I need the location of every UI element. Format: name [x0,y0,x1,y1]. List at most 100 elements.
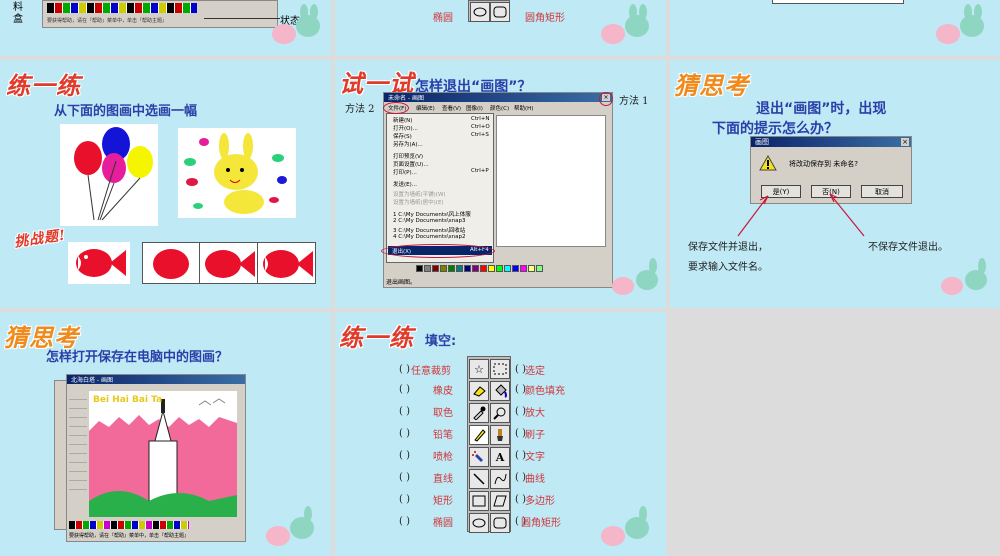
picture-caption: Bei Hai Bai Ta [93,395,163,405]
highlight-exit [381,244,495,258]
file-menu-item[interactable]: 新建(N) [393,116,412,124]
tool-column [69,391,87,491]
free-select-tool-icon[interactable]: ☆ [469,359,489,379]
blank-paren: ( ) [399,428,410,439]
brush-tool-icon[interactable] [490,425,510,445]
menu-colors[interactable]: 颜色(C) [490,104,509,112]
fish-picture [68,242,130,284]
color-picker-tool-icon[interactable] [469,403,489,423]
blank-paren: ( ) [399,406,410,417]
line-tool-icon[interactable] [469,469,489,489]
file-menu-shortcut: Ctrl+O [471,124,490,130]
palette-color[interactable] [496,265,503,272]
balloons-drawing [74,127,153,221]
file-menu-item[interactable]: 打印预览(V) [393,152,423,160]
answer-color-picker: 取色 [433,408,453,419]
file-menu-item[interactable]: 打印(P)... [393,168,417,176]
polygon-tool-icon[interactable] [490,491,510,511]
palette-color[interactable] [504,265,511,272]
palette-color[interactable] [416,265,423,272]
answer-line: 直线 [433,474,453,485]
eraser-tool-icon[interactable] [469,381,489,401]
file-menu-shortcut: Ctrl+S [471,132,489,138]
fish-steps-drawing [153,249,313,279]
slide-practice-1: 练一练 从下面的图画中选画一幅 挑战题! [0,60,331,308]
rounded-rect-tool-icon[interactable] [490,513,510,533]
menu-image[interactable]: 图像(I) [466,104,483,112]
picture-canvas: Bei Hai Bai Ta [89,391,237,517]
practice-heading: 练一练 [339,323,414,352]
method1-label: 方法 1 [619,96,649,107]
palette-color[interactable] [424,265,431,272]
paint-title-bar: 未命名 - 画图 × [384,93,612,102]
fill-tool-icon[interactable] [490,381,510,401]
palette-color[interactable] [472,265,479,272]
palette-color[interactable] [528,265,535,272]
note-yes-line2: 要求输入文件名。 [688,262,768,273]
magnifier-tool-icon[interactable] [490,403,510,423]
ellipse-tool-icon[interactable] [470,2,490,22]
recent-file-item[interactable]: 3 C:\My Documents\回收站 [393,226,465,234]
answer-curve: 曲线 [525,474,545,485]
palette-color[interactable] [488,265,495,272]
palette-color[interactable] [536,265,543,272]
file-menu-item[interactable]: 发送(E)... [393,180,417,188]
recent-file-item[interactable]: 1 C:\My Documents\风上体服 [393,210,471,218]
paint-canvas[interactable] [496,115,606,247]
practice-title: 填空: [425,334,457,349]
slide-top-right [670,0,1000,56]
ellipse-tool-icon[interactable] [469,513,489,533]
practice-heading: 练一练 [6,71,81,100]
bunny-balloon-decoration [612,258,658,295]
dialog-crop [772,0,904,4]
menu-edit[interactable]: 编辑(E) [416,104,435,112]
highlight-file-menu [383,102,409,114]
file-menu-item[interactable]: 保存(S) [393,132,412,140]
ellipse-label: 椭圆 [433,13,453,24]
palette-color[interactable] [520,265,527,272]
text-tool-icon[interactable]: A [490,447,510,467]
answer-eraser: 橡皮 [433,386,453,397]
palette-color[interactable] [480,265,487,272]
bunny-balloon-decoration [601,506,649,546]
blank-paren: ( ) [399,450,410,461]
file-menu-item[interactable]: 打开(O)... [393,124,418,132]
rectangle-tool-icon[interactable] [469,491,489,511]
tool-panel-crop [468,0,510,22]
menu-help[interactable]: 帮助(H) [514,104,533,112]
empty-slot [670,312,1000,556]
bunny-balloon-decoration [941,258,987,295]
palette-color[interactable] [512,265,519,272]
blank-paren: ( ) [399,472,410,483]
white-pagoda-drawing [89,391,237,517]
paint-window-title: 北海白塔 - 画图 [71,377,113,384]
pencil-tool-icon[interactable] [469,425,489,445]
rounded-rect-label: 圆角矩形 [525,13,565,24]
palette-color[interactable] [456,265,463,272]
recent-file-item[interactable]: 4 C:\My Documents\snap2 [393,234,465,240]
curve-tool-icon[interactable] [490,469,510,489]
file-menu-item[interactable]: 另存为(A)... [393,140,423,148]
color-palette [69,521,189,529]
paint-window: 未命名 - 画图 × 文件(F) 编辑(E) 查看(V) 图像(I) 颜色(C)… [383,92,613,288]
file-menu-item[interactable]: 页面设置(U)... [393,160,429,168]
palette-color[interactable] [432,265,439,272]
status-bar-text: 要获得帮助，请在『帮助』菜单中，单击『帮助主题』 [47,18,168,24]
answer-free-select: 任意裁剪 [411,366,451,377]
bunny-balloon-decoration [936,4,984,44]
answer-brush: 刷子 [525,430,545,441]
bunny-balloon-decoration [601,4,649,44]
rounded-rect-tool-icon[interactable] [490,2,510,22]
airbrush-tool-icon[interactable] [469,447,489,467]
think-title: 怎样打开保存在电脑中的图画？ [46,350,229,365]
menu-view[interactable]: 查看(V) [442,104,461,112]
palette-color[interactable] [464,265,471,272]
fish-drawing [76,249,126,277]
file-menu-shortcut: Ctrl+N [471,116,490,122]
palette-color[interactable] [440,265,447,272]
recent-file-item[interactable]: 2 C:\My Documents\snap3 [393,218,465,224]
blank-paren: ( ) [399,516,410,527]
palette-color[interactable] [448,265,455,272]
select-tool-icon[interactable] [490,359,510,379]
paint-status-bar: 退出画图。 [386,279,417,286]
